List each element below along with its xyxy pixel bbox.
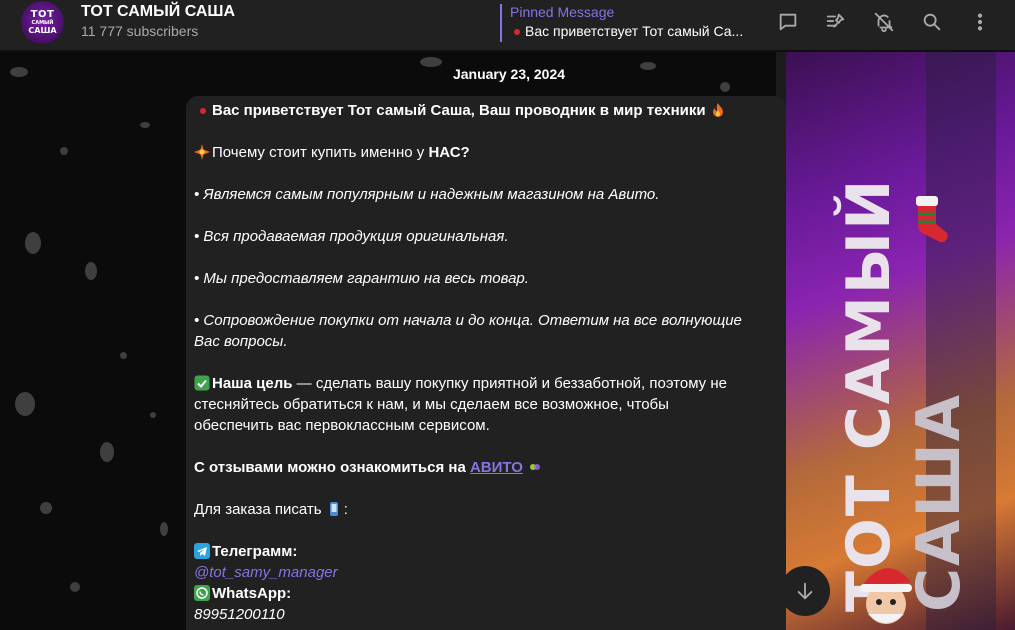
comments-icon[interactable] <box>775 9 801 35</box>
telegram-icon <box>194 543 210 559</box>
order-colon: : <box>343 501 348 518</box>
chat-header: ТОТ САМЫЙ САША ТОТ САМЫЙ САША 11 777 sub… <box>0 0 1015 51</box>
snow-flake <box>85 262 97 280</box>
bullet-4b: Вас вопросы. <box>194 333 288 350</box>
search-icon[interactable] <box>919 9 945 35</box>
fire-emoji-icon <box>712 103 723 117</box>
pinned-list-icon[interactable] <box>823 9 849 35</box>
goal-line-2: стесняйтесь обратиться к нам, и мы сдела… <box>194 396 669 413</box>
order-line: Для заказа писать : <box>194 499 778 520</box>
bullet-3: • Мы предоставляем гарантию на весь това… <box>194 270 529 287</box>
pinned-preview: Вас приветствует Тот самый Са... <box>510 20 750 42</box>
snow-flake <box>720 82 730 92</box>
check-mark-emoji-icon <box>194 375 210 391</box>
red-circle-icon <box>200 107 206 114</box>
phone-emoji-icon <box>329 502 338 516</box>
goal-line-1: Наша цель — сделать вашу покупку приятно… <box>194 373 778 394</box>
telegram-label: Телеграмм: <box>212 543 298 560</box>
whatsapp-line: WhatsApp: <box>194 583 778 604</box>
goal-bold: Наша цель <box>212 375 293 392</box>
order-text: Для заказа писать <box>194 501 322 518</box>
avatar-text-1: ТОТ <box>30 9 55 20</box>
pinned-label: Pinned Message <box>510 4 615 20</box>
telegram-handle-link[interactable]: @tot_samy_manager <box>194 564 338 581</box>
snow-flake <box>150 412 156 418</box>
snow-flake <box>140 122 150 128</box>
message-why: Почему стоит купить именно у НАС? <box>194 142 778 163</box>
subscriber-count: 11 777 subscribers <box>81 23 199 39</box>
reviews-line: С отзывами можно ознакомиться на АВИТО <box>194 457 778 478</box>
goal-rest-1: — сделать вашу покупку приятной и беззаб… <box>292 375 727 392</box>
channel-avatar[interactable]: ТОТ САМЫЙ САША <box>21 1 64 44</box>
snow-flake <box>40 502 52 514</box>
snow-flake <box>100 442 114 462</box>
channel-title-text: ТОТ САМЫЙ САША <box>81 3 236 20</box>
why-bold: НАС? <box>428 144 470 161</box>
snow-flake <box>60 147 68 155</box>
snow-flake <box>120 352 127 359</box>
avito-dots-icon <box>530 464 541 470</box>
snow-flake <box>25 232 41 254</box>
message-greeting: Вас приветствует Тот самый Саша, Ваш про… <box>194 100 778 121</box>
christmas-sock-icon <box>916 196 948 243</box>
goal-line-3: обеспечить вас первоклассным сервисом. <box>194 417 490 434</box>
snow-flake <box>420 57 442 67</box>
snow-flake <box>10 67 28 77</box>
whatsapp-label: WhatsApp: <box>212 585 292 602</box>
avatar-text-3: САША <box>28 26 57 35</box>
telegram-handle-line: @tot_samy_manager <box>194 562 778 583</box>
more-vert-icon[interactable] <box>967 9 993 35</box>
reviews-prefix: С отзывами можно ознакомиться на <box>194 459 470 476</box>
greeting-text: Вас приветствует Тот самый Саша, Ваш про… <box>212 102 706 119</box>
why-prefix: Почему стоит купить именно у <box>212 144 429 161</box>
bullet-1: • Являемся самым популярным и надежным м… <box>194 186 660 203</box>
art-text-line-1: ТОТ САМЫЙ <box>834 177 904 612</box>
snow-flake <box>640 62 656 70</box>
sparkle-emoji-icon <box>194 144 210 160</box>
snow-flake <box>70 582 80 592</box>
mute-bell-icon[interactable] <box>871 9 897 35</box>
bullet-4a: • Сопровождение покупки от начала и до к… <box>194 312 742 329</box>
pinned-message[interactable]: Pinned Message Вас приветствует Тот самы… <box>500 4 750 42</box>
pinned-preview-text: Вас приветствует Тот самый Са... <box>525 23 744 39</box>
bullet-2: • Вся продаваемая продукция оригинальная… <box>194 228 509 245</box>
whatsapp-number[interactable]: 89951200110 <box>194 604 778 625</box>
whatsapp-icon <box>194 585 210 601</box>
red-circle-icon <box>514 28 520 35</box>
arrow-down-icon <box>797 582 813 600</box>
message-bubble[interactable]: Вас приветствует Тот самый Саша, Ваш про… <box>186 96 786 630</box>
channel-title[interactable]: ТОТ САМЫЙ САША <box>81 3 239 21</box>
snow-flake <box>15 392 35 416</box>
avito-link[interactable]: АВИТО <box>470 459 523 476</box>
scroll-to-bottom-button[interactable] <box>780 566 830 616</box>
santa-icon <box>860 568 912 624</box>
snow-flake <box>160 522 168 536</box>
telegram-line: Телеграмм: <box>194 541 778 562</box>
background-artwork: ТОТ САМЫЙ САША <box>776 52 1015 630</box>
date-separator: January 23, 2024 <box>452 66 566 82</box>
